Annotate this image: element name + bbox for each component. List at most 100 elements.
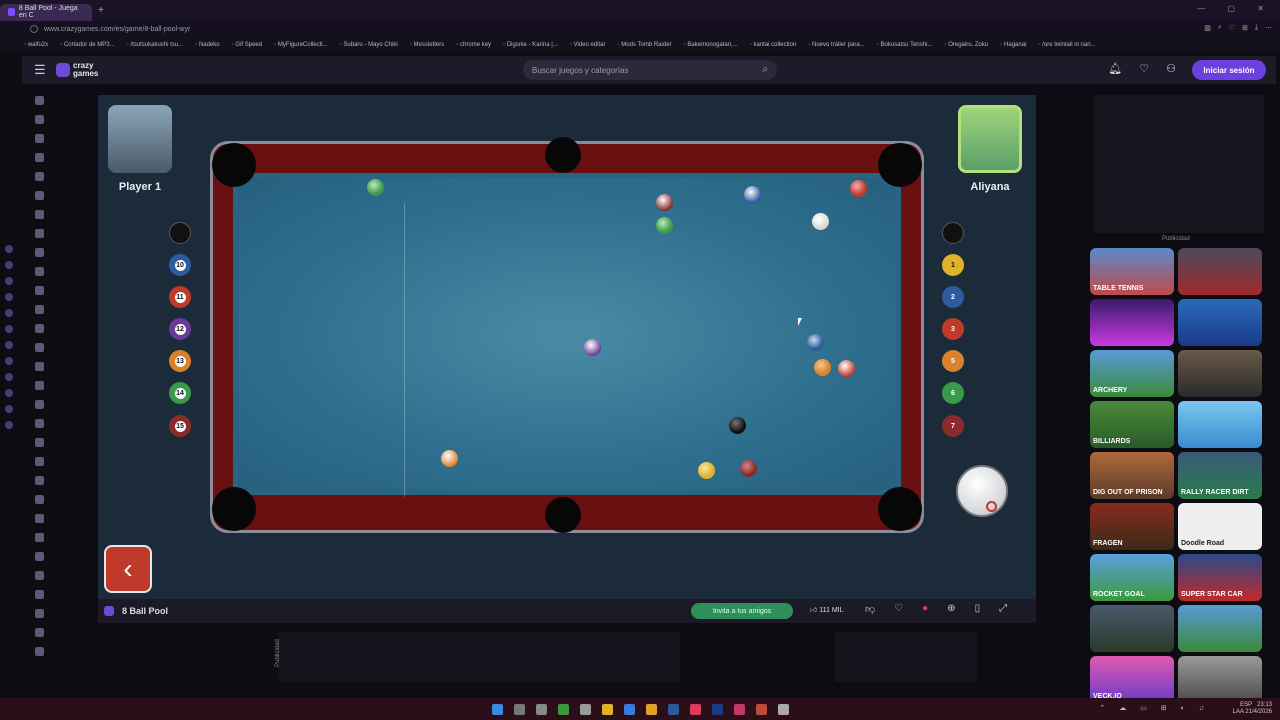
friends-icon[interactable]: ⚇: [1166, 62, 1176, 75]
category-icon[interactable]: [34, 609, 44, 618]
dislike-icon[interactable]: 👎︎: [865, 603, 875, 615]
category-icon[interactable]: [34, 495, 44, 504]
app-icon[interactable]: [557, 703, 569, 715]
bookmark[interactable]: Messletters: [410, 42, 445, 48]
game-thumbnail[interactable]: [1090, 299, 1174, 346]
category-icon[interactable]: [34, 96, 44, 105]
app-icon[interactable]: [5, 373, 13, 381]
category-icon[interactable]: [34, 419, 44, 428]
address-bar[interactable]: www.crazygames.com/es/game/8-ball-pool-w…: [0, 21, 1280, 37]
app-icon[interactable]: [5, 405, 13, 413]
crazygames-logo[interactable]: crazy games: [56, 62, 113, 78]
category-icon[interactable]: [34, 286, 44, 295]
game-thumbnail[interactable]: [1178, 656, 1262, 703]
game-canvas[interactable]: Player 1 Aliyana 10 11 12 13 14 15 1 2 3…: [98, 95, 1036, 623]
category-icon[interactable]: [34, 191, 44, 200]
spin-control[interactable]: [956, 465, 1008, 517]
category-icon[interactable]: [34, 590, 44, 599]
mobile-icon[interactable]: ▯: [975, 603, 981, 615]
app-icon[interactable]: [5, 245, 13, 253]
category-icon[interactable]: [34, 362, 44, 371]
bookmark[interactable]: Bakemonogatari,...: [684, 42, 737, 48]
favorite-icon[interactable]: ♡: [894, 603, 903, 615]
bookmark[interactable]: Video editar: [570, 42, 606, 48]
opera-gx-icon[interactable]: [733, 703, 745, 715]
category-icon[interactable]: [34, 628, 44, 637]
new-tab-icon[interactable]: +: [98, 5, 104, 16]
bookmark[interactable]: Cortador de MP3...: [60, 42, 115, 48]
search-input[interactable]: Buscar juegos y categorías ⌕: [523, 60, 777, 80]
bookmark[interactable]: Bokusatsu Tenshi...: [877, 42, 933, 48]
game-thumbnail[interactable]: [1178, 350, 1262, 397]
bookmark[interactable]: Nuevo tráiler para...: [808, 42, 865, 48]
app-icon[interactable]: [5, 341, 13, 349]
bookmark[interactable]: Haganai: [1000, 42, 1026, 48]
category-icon[interactable]: [34, 210, 44, 219]
category-icon[interactable]: [34, 343, 44, 352]
photoshop-icon[interactable]: [711, 703, 723, 715]
back-arrow-button[interactable]: ‹: [104, 545, 152, 593]
active-tab[interactable]: 8 Ball Pool - Juega en C: [0, 3, 92, 21]
edge-icon[interactable]: [623, 703, 635, 715]
bookmark[interactable]: MyFigureCollecti...: [274, 42, 328, 48]
like-count[interactable]: 👍︎ 111 MIL: [810, 605, 844, 614]
category-icon[interactable]: [34, 457, 44, 466]
game-thumbnail[interactable]: VECK.IO: [1090, 656, 1174, 703]
app-icon[interactable]: [5, 261, 13, 269]
invite-friends-button[interactable]: Invita a tus amigos: [691, 603, 793, 619]
cue-ball[interactable]: [812, 213, 829, 230]
game-thumbnail[interactable]: Doodle Road: [1178, 503, 1262, 550]
report-icon[interactable]: ●: [922, 603, 928, 615]
game-thumbnail[interactable]: FRAGEN: [1090, 503, 1174, 550]
game-thumbnail[interactable]: [1178, 299, 1262, 346]
game-thumbnail[interactable]: ROCKET GOAL: [1090, 554, 1174, 601]
tray-clock[interactable]: ESP 23:13 LAA 21/4/2026: [1233, 702, 1272, 716]
app-icon[interactable]: [5, 325, 13, 333]
bookmark[interactable]: chrome key: [456, 42, 491, 48]
game-thumbnail[interactable]: BILLIARDS: [1090, 401, 1174, 448]
game-thumbnail[interactable]: [1090, 605, 1174, 652]
app-icon[interactable]: [5, 309, 13, 317]
task-view-icon[interactable]: [535, 703, 547, 715]
bookmark[interactable]: /ore twintail ni nari...: [1038, 42, 1095, 48]
category-icon[interactable]: [34, 324, 44, 333]
app-icon[interactable]: [777, 703, 789, 715]
category-icon[interactable]: [34, 476, 44, 485]
bookmark[interactable]: /tsutsukakushi tsu...: [127, 42, 183, 48]
category-icon[interactable]: [34, 647, 44, 656]
game-thumbnail[interactable]: [1178, 401, 1262, 448]
fullscreen-icon[interactable]: ⤢: [999, 603, 1007, 615]
app-icon[interactable]: [5, 357, 13, 365]
game-thumbnail[interactable]: ARCHERY: [1090, 350, 1174, 397]
game-thumbnail[interactable]: SUPER STAR CAR: [1178, 554, 1262, 601]
category-icon[interactable]: [34, 134, 44, 143]
bookmark[interactable]: Nadeko: [195, 42, 220, 48]
category-icon[interactable]: [34, 153, 44, 162]
bookmark[interactable]: waifu2x: [24, 42, 48, 48]
app-icon[interactable]: [5, 389, 13, 397]
pool-table-felt[interactable]: [233, 173, 901, 495]
bookmark[interactable]: Digsnie - Karina |...: [503, 42, 558, 48]
window-controls[interactable]: — ▢ ✕: [1197, 4, 1274, 13]
login-button[interactable]: Iniciar sesión: [1192, 60, 1266, 80]
bell-icon[interactable]: 🔔︎: [1108, 62, 1122, 75]
chrome-icon[interactable]: [645, 703, 657, 715]
bookmark[interactable]: Mods Tomb Raider: [617, 42, 671, 48]
heart-icon[interactable]: ♡: [1139, 62, 1149, 75]
app-icon[interactable]: [579, 703, 591, 715]
category-icon[interactable]: [34, 172, 44, 181]
category-icon[interactable]: [34, 115, 44, 124]
game-thumbnail[interactable]: TABLE TENNIS: [1090, 248, 1174, 295]
app-icon[interactable]: [5, 277, 13, 285]
menu-icon[interactable]: ☰: [34, 62, 48, 78]
category-icon[interactable]: [34, 438, 44, 447]
site-info-icon[interactable]: [30, 25, 38, 33]
file-explorer-icon[interactable]: [601, 703, 613, 715]
search-icon[interactable]: [513, 703, 525, 715]
game-thumbnail[interactable]: [1178, 248, 1262, 295]
bookmark[interactable]: Gif Speed: [232, 42, 262, 48]
category-icon[interactable]: [34, 533, 44, 542]
category-icon[interactable]: [34, 267, 44, 276]
search-icon[interactable]: ⌕: [762, 64, 768, 75]
share-icon[interactable]: ⊕: [947, 603, 955, 615]
